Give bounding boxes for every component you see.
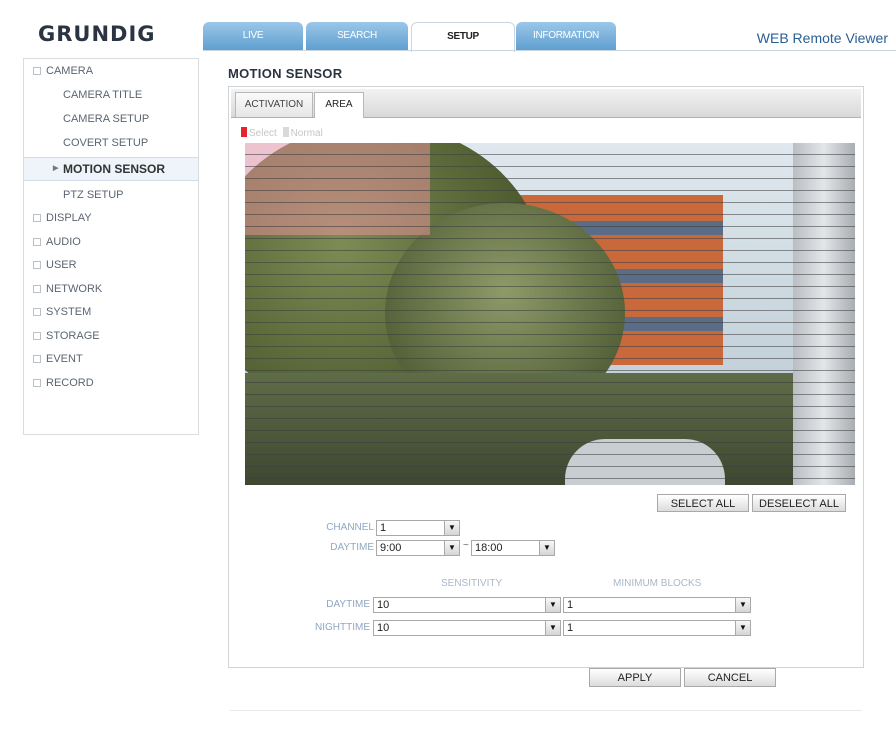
channel-value: 1 <box>380 522 387 534</box>
sub-tab-bar: ACTIVATION AREA <box>231 89 861 118</box>
square-bullet-icon <box>33 66 41 75</box>
nighttime-min-blocks-value: 1 <box>567 622 574 634</box>
sidebar-item-label: AUDIO <box>46 236 81 248</box>
sidebar-item-label: EVENT <box>46 353 83 365</box>
select-all-button[interactable]: SELECT ALL <box>657 494 749 512</box>
legend-normal-label: Normal <box>290 128 323 139</box>
daytime-row-label: DAYTIME <box>326 599 370 610</box>
sidebar-item-event[interactable]: EVENT <box>24 349 198 369</box>
channel-label: CHANNEL <box>326 522 374 533</box>
square-bullet-icon <box>33 307 41 316</box>
sidebar-item-motion-sensor[interactable]: ▶ MOTION SENSOR <box>24 157 198 181</box>
page-title: MOTION SENSOR <box>228 66 343 81</box>
motion-area-grid[interactable] <box>245 143 855 485</box>
sensitivity-header: SENSITIVITY <box>441 578 503 589</box>
app-title: WEB Remote Viewer <box>756 30 888 46</box>
sidebar-item-camera-title[interactable]: CAMERA TITLE <box>24 85 198 105</box>
cancel-button[interactable]: CANCEL <box>684 668 776 687</box>
sidebar-item-label: RECORD <box>46 377 94 389</box>
sidebar-item-user[interactable]: USER <box>24 255 198 275</box>
nighttime-sensitivity-select[interactable]: 10 ▼ <box>373 620 561 636</box>
sidebar-item-audio[interactable]: AUDIO <box>24 232 198 252</box>
sidebar-item-label: CAMERA <box>46 65 94 77</box>
tab-information[interactable]: INFORMATION <box>516 22 616 50</box>
sidebar-item-label: STORAGE <box>46 330 100 342</box>
daytime-label: DAYTIME <box>330 542 374 553</box>
square-bullet-icon <box>33 213 41 222</box>
daytime-start-value: 9:00 <box>380 542 402 554</box>
sidebar-item-label: DISPLAY <box>46 212 92 224</box>
footer-divider <box>230 710 862 711</box>
square-bullet-icon <box>33 378 41 387</box>
range-separator: ~ <box>463 540 469 551</box>
daytime-sensitivity-select[interactable]: 10 ▼ <box>373 597 561 613</box>
chevron-down-icon: ▼ <box>735 598 750 612</box>
nighttime-sensitivity-value: 10 <box>377 622 390 634</box>
tab-activation[interactable]: ACTIVATION <box>235 92 313 117</box>
apply-button[interactable]: APPLY <box>589 668 681 687</box>
sidebar-item-label: NETWORK <box>46 283 103 295</box>
square-bullet-icon <box>33 284 41 293</box>
header-divider <box>203 50 896 51</box>
sidebar-item-label: SYSTEM <box>46 306 92 318</box>
nighttime-min-blocks-select[interactable]: 1 ▼ <box>563 620 751 636</box>
square-bullet-icon <box>33 354 41 363</box>
minimum-blocks-header: MINIMUM BLOCKS <box>613 578 702 589</box>
chevron-down-icon: ▼ <box>735 621 750 635</box>
daytime-sensitivity-value: 10 <box>377 599 390 611</box>
sidebar-item-system[interactable]: SYSTEM <box>24 302 198 322</box>
tab-area[interactable]: AREA <box>314 92 364 118</box>
legend-select-label: Select <box>249 128 277 139</box>
daytime-start-select[interactable]: 9:00 ▼ <box>376 540 460 556</box>
sidebar-item-network[interactable]: NETWORK <box>24 279 198 299</box>
sidebar-item-ptz-setup[interactable]: PTZ SETUP <box>24 185 198 205</box>
square-bullet-icon <box>33 260 41 269</box>
sidebar-item-camera[interactable]: CAMERA <box>24 61 198 81</box>
daytime-end-select[interactable]: 18:00 ▼ <box>471 540 555 556</box>
sidebar-item-label: MOTION SENSOR <box>63 162 166 176</box>
chevron-down-icon: ▼ <box>545 621 560 635</box>
sidebar: CAMERA CAMERA TITLE CAMERA SETUP COVERT … <box>23 58 199 435</box>
chevron-down-icon: ▼ <box>545 598 560 612</box>
sidebar-item-label: USER <box>46 259 77 271</box>
tab-setup[interactable]: SETUP <box>411 22 515 52</box>
daytime-end-value: 18:00 <box>475 542 503 554</box>
square-bullet-icon <box>33 331 41 340</box>
square-bullet-icon <box>33 237 41 246</box>
tab-search[interactable]: SEARCH <box>306 22 408 50</box>
triangle-right-icon: ▶ <box>53 165 59 172</box>
normal-swatch <box>282 127 289 137</box>
chevron-down-icon: ▼ <box>444 521 459 535</box>
grundig-logo: GRUNDIG <box>38 22 156 46</box>
sidebar-item-covert-setup[interactable]: COVERT SETUP <box>24 133 198 153</box>
tab-live[interactable]: LIVE <box>203 22 303 50</box>
chevron-down-icon: ▼ <box>444 541 459 555</box>
channel-select[interactable]: 1 ▼ <box>376 520 460 536</box>
select-swatch <box>241 127 247 137</box>
deselect-all-button[interactable]: DESELECT ALL <box>752 494 846 512</box>
chevron-down-icon: ▼ <box>539 541 554 555</box>
grid-lines <box>245 143 855 485</box>
area-legend: Select Normal <box>241 127 323 139</box>
daytime-min-blocks-value: 1 <box>567 599 574 611</box>
sidebar-item-storage[interactable]: STORAGE <box>24 326 198 346</box>
sidebar-item-camera-setup[interactable]: CAMERA SETUP <box>24 109 198 129</box>
sidebar-item-display[interactable]: DISPLAY <box>24 208 198 228</box>
sidebar-item-record[interactable]: RECORD <box>24 373 198 393</box>
nighttime-row-label: NIGHTTIME <box>315 622 370 633</box>
daytime-min-blocks-select[interactable]: 1 ▼ <box>563 597 751 613</box>
